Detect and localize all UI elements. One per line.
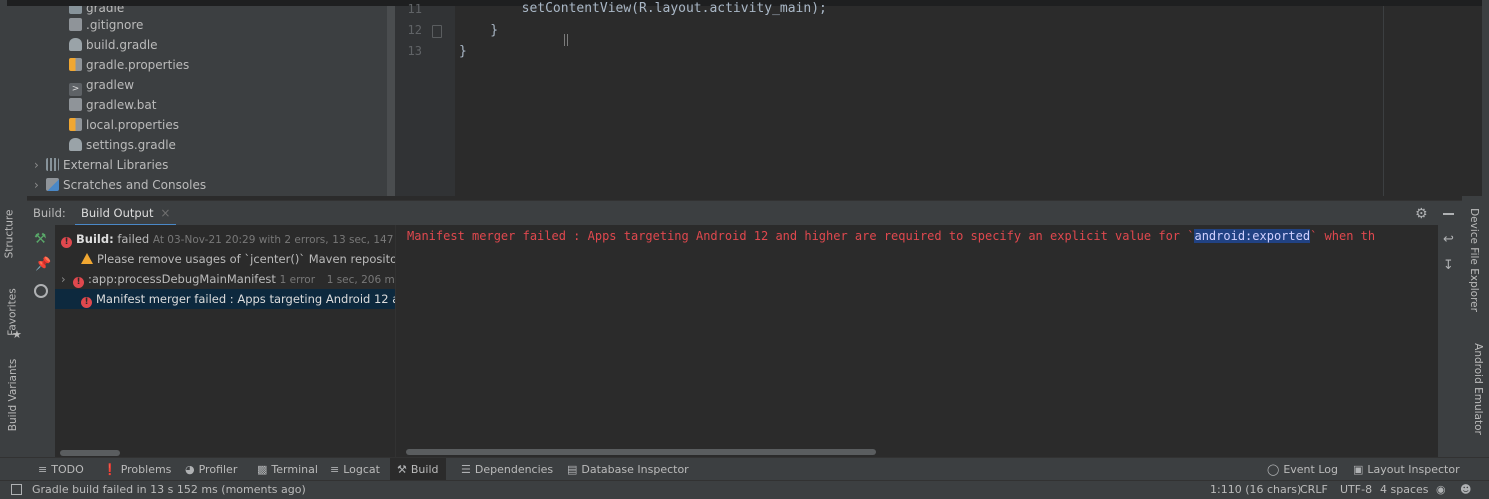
tree-horizontal-scrollbar[interactable] xyxy=(60,450,120,456)
status-bar: Gradle build failed in 13 s 152 ms (mome… xyxy=(0,480,1489,499)
bottom-tab-terminal[interactable]: ▩ Terminal xyxy=(257,458,318,481)
code-line-12: } xyxy=(459,23,499,38)
build-prefix-label: Build: xyxy=(33,206,66,220)
libraries-icon xyxy=(46,158,59,171)
terminal-icon: ▩ xyxy=(257,463,268,476)
chevron-right-icon[interactable]: › xyxy=(34,175,46,195)
lock-icon[interactable]: ◉ xyxy=(1436,481,1446,499)
build-output-console[interactable]: Manifest merger failed : Apps targeting … xyxy=(396,225,1438,457)
event-log-icon: ◯ xyxy=(1267,463,1280,476)
text-cursor-icon xyxy=(564,34,568,46)
side-tab-build-variants[interactable]: Build Variants xyxy=(7,359,19,431)
properties-file-icon xyxy=(69,118,82,131)
line-number: 13 xyxy=(407,44,422,58)
gitignore-file-icon xyxy=(69,18,82,31)
folder-icon xyxy=(69,6,82,14)
bottom-tab-problems[interactable]: ❗ Problems xyxy=(103,458,171,481)
line-number: 11 xyxy=(407,2,422,16)
indent-setting[interactable]: 4 spaces xyxy=(1380,481,1429,499)
bottom-tab-dependencies[interactable]: ☰ Dependencies xyxy=(461,458,553,481)
tree-item-external-libraries[interactable]: › External Libraries xyxy=(34,155,168,175)
code-line-13: } xyxy=(459,44,467,59)
eye-filter-icon[interactable] xyxy=(34,284,48,298)
output-horizontal-scrollbar[interactable] xyxy=(406,449,876,455)
bottom-tab-profiler[interactable]: ◕ Profiler xyxy=(185,458,237,481)
error-icon: ! xyxy=(81,297,92,308)
process-manifest-task-row[interactable]: ›!:app:processDebugMainManifest 1 error … xyxy=(61,269,395,289)
layout-inspector-icon: ▣ xyxy=(1353,463,1364,476)
build-root-row[interactable]: ! Build: failed At 03-Nov-21 20:29 with 2… xyxy=(61,229,395,249)
hammer-icon[interactable]: ⚒ xyxy=(34,231,47,247)
dependencies-icon: ☰ xyxy=(461,463,471,476)
build-tree: ! Build: failed At 03-Nov-21 20:29 with 2… xyxy=(55,225,395,457)
fold-marker-icon[interactable] xyxy=(432,25,442,38)
tree-item-gradle-properties[interactable]: gradle.properties xyxy=(69,55,189,75)
bottom-tab-logcat[interactable]: ≡ Logcat xyxy=(330,458,380,481)
inspector-icon[interactable]: ☻ xyxy=(1460,481,1471,499)
line-number: 12 xyxy=(407,23,422,37)
toolwindow-toggle-icon[interactable] xyxy=(11,484,22,495)
tree-item-gitignore[interactable]: .gitignore xyxy=(69,15,143,35)
gradle-elephant-icon xyxy=(69,138,82,151)
bottom-toolwindow-bar: ≡ TODO ❗ Problems ◕ Profiler ▩ Terminal ≡ Log… xyxy=(0,457,1489,481)
gradle-elephant-icon xyxy=(69,38,82,51)
tree-item-settings-gradle[interactable]: settings.gradle xyxy=(69,135,176,155)
code-editor[interactable]: setContentView(R.layout.activity_main); … xyxy=(455,1,1482,196)
profiler-icon: ◕ xyxy=(185,463,195,476)
tree-item-gradlew[interactable]: > gradlew xyxy=(69,75,134,96)
side-tab-structure[interactable]: Structure xyxy=(3,210,15,259)
scroll-to-end-icon[interactable]: ↧ xyxy=(1443,258,1454,273)
output-side-toolbar: ↩ ↧ xyxy=(1438,225,1462,457)
side-tab-android-emulator[interactable]: Android Emulator xyxy=(1472,343,1484,435)
logcat-icon: ≡ xyxy=(330,463,340,476)
manifest-error-row-selected[interactable]: ! Manifest merger failed : Apps targeting… xyxy=(55,289,395,309)
bottom-tab-event-log[interactable]: ◯ Event Log xyxy=(1267,458,1338,481)
code-line-11: setContentView(R.layout.activity_main); xyxy=(459,1,827,16)
bottom-tab-build-active[interactable]: ⚒ Build xyxy=(390,458,446,481)
side-tab-device-file-explorer[interactable]: Device File Explorer xyxy=(1468,208,1480,312)
settings-gear-icon[interactable]: ⚙ xyxy=(1415,206,1428,222)
close-tab-icon[interactable]: × xyxy=(160,206,170,220)
database-icon: ▤ xyxy=(567,463,578,476)
editor-gutter: 11 12 13 xyxy=(395,2,455,196)
left-sidebar-tabs: Structure Favorites ★ Build Variants xyxy=(3,196,27,457)
warning-icon xyxy=(81,253,93,264)
file-encoding[interactable]: UTF-8 xyxy=(1340,481,1372,499)
tree-item-build-gradle[interactable]: build.gradle xyxy=(69,35,158,55)
chevron-right-icon[interactable]: › xyxy=(34,155,46,175)
todo-list-icon: ≡ xyxy=(38,463,48,476)
project-tree-scrollbar[interactable] xyxy=(387,6,395,196)
build-toolwindow-header: Build: Build Output × ⚙ xyxy=(7,200,1482,226)
pin-icon[interactable]: 📌 xyxy=(35,257,51,272)
jcenter-warning-row[interactable]: Please remove usages of `jcenter()` Mave… xyxy=(81,249,395,269)
tree-item-gradlew-bat[interactable]: gradlew.bat xyxy=(69,95,156,115)
project-tree-panel: gradle .gitignore build.gradle gradle.pr… xyxy=(7,6,395,196)
error-icon: ! xyxy=(61,237,72,248)
bottom-tab-database-inspector[interactable]: ▤ Database Inspector xyxy=(567,458,689,481)
right-sidebar-tabs: Device File Explorer Android Emulator xyxy=(1462,196,1484,457)
tab-build-output[interactable]: Build Output × xyxy=(75,201,177,226)
line-separator[interactable]: CRLF xyxy=(1300,481,1328,499)
caret-position[interactable]: 1:110 (16 chars) xyxy=(1210,481,1301,499)
build-actions-toolbar: ⚒ 📌 xyxy=(27,225,55,457)
chevron-right-icon[interactable]: › xyxy=(61,269,73,289)
tree-item-scratches[interactable]: › Scratches and Consoles xyxy=(34,175,206,195)
problems-icon: ❗ xyxy=(103,463,117,476)
batch-file-icon xyxy=(69,98,82,111)
error-message-line: Manifest merger failed : Apps targeting … xyxy=(407,229,1376,243)
properties-file-icon xyxy=(69,58,82,71)
bottom-tab-todo[interactable]: ≡ TODO xyxy=(38,458,84,481)
bottom-tab-layout-inspector[interactable]: ▣ Layout Inspector xyxy=(1353,458,1460,481)
tree-item-local-properties[interactable]: local.properties xyxy=(69,115,179,135)
scratches-icon xyxy=(46,178,59,191)
error-icon: ! xyxy=(73,277,84,288)
status-message[interactable]: Gradle build failed in 13 s 152 ms (mome… xyxy=(32,481,306,499)
minimize-icon[interactable] xyxy=(1443,213,1454,215)
editor-right-margin xyxy=(1383,6,1384,196)
soft-wrap-icon[interactable]: ↩ xyxy=(1443,232,1454,247)
star-icon: ★ xyxy=(12,328,22,341)
hammer-icon: ⚒ xyxy=(397,463,407,476)
